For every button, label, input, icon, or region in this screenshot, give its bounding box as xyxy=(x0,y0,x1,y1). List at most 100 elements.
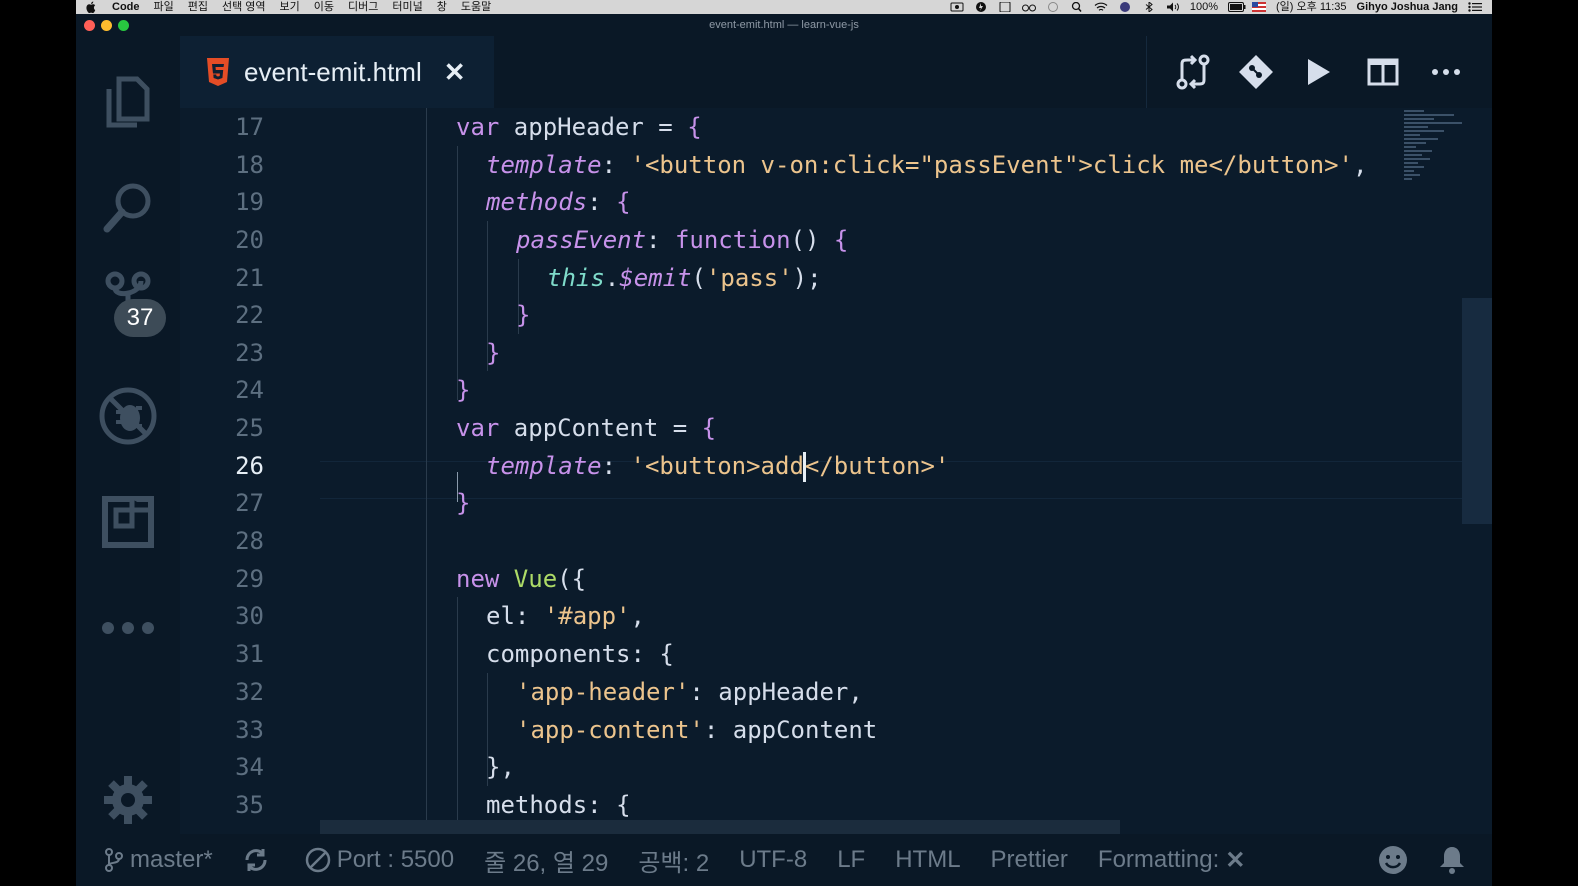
search-icon[interactable] xyxy=(1070,1,1084,12)
formatting-label: Formatting: xyxy=(1097,846,1220,873)
bolt-icon[interactable] xyxy=(974,2,988,12)
status-prettier[interactable]: Prettier xyxy=(991,846,1068,874)
menu-help[interactable]: 도움말 xyxy=(461,0,491,14)
line-number: 34 xyxy=(235,753,264,781)
editor-actions xyxy=(1146,36,1492,108)
menu-debug[interactable]: 디버그 xyxy=(348,0,378,14)
menu-app-name[interactable]: Code xyxy=(112,0,140,14)
menu-terminal[interactable]: 터미널 xyxy=(392,0,422,14)
status-live-server[interactable]: Port : 5500 xyxy=(305,846,454,874)
status-encoding[interactable]: UTF-8 xyxy=(739,846,807,874)
status-bar: master* Port : 5500 줄 26, 열 29 공백: 2 UTF… xyxy=(76,834,1492,886)
line-number: 24 xyxy=(235,376,264,404)
menu-window[interactable]: 창 xyxy=(437,0,447,14)
status-right xyxy=(1378,845,1492,875)
git-lens-button[interactable] xyxy=(1236,52,1276,92)
html5-icon xyxy=(207,58,229,86)
line-number: 20 xyxy=(235,226,264,254)
battery-percent: 100% xyxy=(1189,1,1219,13)
line-number: 23 xyxy=(235,339,264,367)
line-number-gutter: 17 18 19 20 21 22 23 24 25 26 27 28 29 3… xyxy=(180,108,320,834)
tab-bar: event-emit.html ✕ xyxy=(180,36,1492,108)
line-number: 21 xyxy=(235,264,264,292)
window-title: event-emit.html — learn-vue-js xyxy=(709,19,859,31)
minimize-window-button[interactable] xyxy=(101,20,112,31)
status-sync[interactable] xyxy=(243,847,275,873)
line-number: 17 xyxy=(235,113,264,141)
code-line-17: var appHeader = { xyxy=(456,113,702,141)
code-line-32: 'app-header': appHeader, xyxy=(516,678,863,706)
formatting-off-icon: ✕ xyxy=(1225,846,1246,874)
run-button[interactable] xyxy=(1299,52,1339,92)
code-line-18: template: '<button v-on:click="passEvent… xyxy=(486,151,1368,179)
open-changes-button[interactable] xyxy=(1173,52,1213,92)
extensions-button[interactable] xyxy=(98,492,158,552)
window-icon[interactable] xyxy=(998,1,1012,13)
window-controls xyxy=(84,20,129,31)
code-line-30: el: '#app', xyxy=(486,602,645,630)
ellipsis-icon xyxy=(1432,69,1461,75)
smiley-feedback-icon[interactable] xyxy=(1378,845,1408,875)
battery-icon[interactable] xyxy=(1228,2,1246,12)
wifi-icon[interactable] xyxy=(1094,2,1108,12)
status-eol[interactable]: LF xyxy=(837,846,865,874)
explorer-button[interactable] xyxy=(98,72,158,132)
settings-button[interactable] xyxy=(98,770,158,830)
gear-icon xyxy=(104,776,152,824)
extensions-icon xyxy=(102,496,154,548)
menu-go[interactable]: 이동 xyxy=(314,0,334,14)
code-line-34: }, xyxy=(486,753,515,781)
horizontal-scrollbar-thumb[interactable] xyxy=(320,820,1120,834)
apple-icon[interactable] xyxy=(86,1,98,13)
minimap[interactable] xyxy=(1402,108,1492,834)
siri-icon[interactable] xyxy=(1118,2,1132,12)
split-editor-button[interactable] xyxy=(1363,52,1403,92)
volume-icon[interactable] xyxy=(1166,2,1180,12)
zoom-window-button[interactable] xyxy=(118,20,129,31)
moon-icon[interactable] xyxy=(1046,2,1060,12)
line-number: 35 xyxy=(235,791,264,819)
vertical-scrollbar-thumb[interactable] xyxy=(1462,298,1492,524)
glasses-icon[interactable] xyxy=(1021,2,1036,12)
line-number-active: 26 xyxy=(235,452,264,480)
no-entry-icon xyxy=(305,847,330,873)
debug-icon xyxy=(99,387,157,445)
close-window-button[interactable] xyxy=(84,20,95,31)
line-number: 33 xyxy=(235,716,264,744)
branch-name: master* xyxy=(130,846,213,873)
play-icon xyxy=(1308,59,1331,85)
more-views-button[interactable] xyxy=(98,598,158,658)
tab-close-button[interactable]: ✕ xyxy=(444,57,466,88)
bluetooth-icon[interactable] xyxy=(1142,0,1156,14)
code-line-20: passEvent: function() { xyxy=(516,226,849,254)
bell-icon[interactable] xyxy=(1438,845,1466,875)
search-view-button[interactable] xyxy=(98,178,158,238)
code-line-24: } xyxy=(456,376,471,404)
tab-event-emit-html[interactable]: event-emit.html ✕ xyxy=(180,36,494,108)
status-cursor-position[interactable]: 줄 26, 열 29 xyxy=(484,843,608,878)
menu-file[interactable]: 파일 xyxy=(154,0,174,14)
search-icon xyxy=(103,183,151,233)
menu-clock[interactable]: (일) 오후 11:35 xyxy=(1276,0,1347,14)
line-number: 18 xyxy=(235,151,264,179)
line-number: 31 xyxy=(235,640,264,668)
status-branch[interactable]: master* xyxy=(104,846,213,874)
menu-view[interactable]: 보기 xyxy=(280,0,300,14)
status-formatting[interactable]: Formatting: ✕ xyxy=(1098,846,1245,875)
more-actions-button[interactable] xyxy=(1426,52,1466,92)
screen-record-icon[interactable] xyxy=(950,2,964,12)
status-language[interactable]: HTML xyxy=(895,846,960,874)
debug-button[interactable] xyxy=(98,386,158,446)
files-icon xyxy=(106,76,150,128)
line-number: 19 xyxy=(235,188,264,216)
notification-center-icon[interactable] xyxy=(1468,2,1482,12)
line-number: 22 xyxy=(235,301,264,329)
line-number: 28 xyxy=(235,527,264,555)
menu-user[interactable]: Gihyo Joshua Jang xyxy=(1357,0,1458,14)
menu-selection[interactable]: 선택 영역 xyxy=(222,0,266,14)
code-line-23: } xyxy=(486,339,501,367)
status-indentation[interactable]: 공백: 2 xyxy=(638,843,709,878)
code-editor[interactable]: 17 18 19 20 21 22 23 24 25 26 27 28 29 3… xyxy=(180,108,1492,834)
input-source-flag-icon[interactable] xyxy=(1252,2,1267,12)
menu-edit[interactable]: 편집 xyxy=(188,0,208,14)
